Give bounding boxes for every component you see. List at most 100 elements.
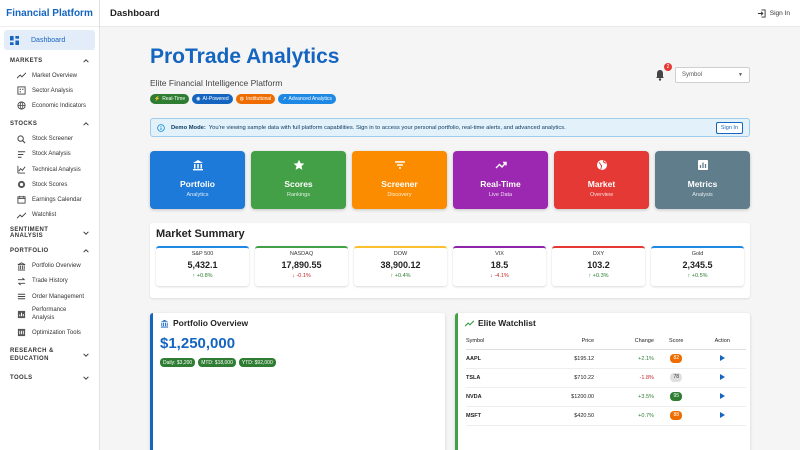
chevron-down-icon	[83, 376, 89, 380]
table-header-row: Symbol Price Change Score Action	[466, 333, 746, 350]
index-change: +0.3%	[592, 273, 609, 279]
sidebar-item-stock-analysis[interactable]: Stock Analysis	[0, 147, 99, 162]
sidebar-item-label: Market Overview	[32, 72, 78, 79]
sidebar-item-optimization-tools[interactable]: Optimization Tools	[0, 325, 99, 340]
trending-up-icon	[17, 212, 26, 219]
sidebar-item-portfolio-overview[interactable]: Portfolio Overview	[0, 259, 99, 274]
sidebar-item-label: Order Management	[32, 293, 85, 300]
badge-label: AI-Powered	[202, 96, 229, 102]
tile-scores[interactable]: Scores Rankings	[251, 151, 346, 209]
sidebar-item-performance-analysis[interactable]: Performance Analysis	[0, 304, 99, 325]
column-header-symbol[interactable]: Symbol	[466, 333, 523, 350]
table-row[interactable]: MSFT $420.50 +0.7% 88	[466, 406, 746, 426]
index-change: +0.8%	[196, 273, 213, 279]
play-icon[interactable]	[719, 354, 725, 361]
play-icon[interactable]	[719, 373, 725, 380]
tile-metrics[interactable]: Metrics Analysis	[655, 151, 750, 209]
sidebar-item-sector-analysis[interactable]: Sector Analysis	[0, 83, 99, 98]
sidebar-item-trade-history[interactable]: Trade History	[0, 274, 99, 289]
table-row[interactable]: NVDA $1200.00 +3.5% 95	[466, 387, 746, 407]
tile-screener[interactable]: Screener Discovery	[352, 151, 447, 209]
badge-institutional: ◍ Institutional	[235, 94, 276, 104]
index-card-sp500[interactable]: S&P 500 5,432.1 ↑ +0.8%	[156, 246, 249, 286]
index-card-dxy[interactable]: DXY 103.2 ↑ +0.3%	[552, 246, 645, 286]
sign-in-label: Sign In	[769, 9, 790, 17]
hero-subtitle: Elite Financial Intelligence Platform	[150, 78, 283, 88]
sidebar-section-research-education[interactable]: RESEARCH & EDUCATION	[0, 343, 99, 367]
sidebar-item-dashboard[interactable]: Dashboard	[4, 30, 95, 50]
sidebar-item-stock-screener[interactable]: Stock Screener	[0, 132, 99, 147]
tile-subtitle: Rankings	[287, 192, 310, 198]
tile-portfolio[interactable]: Portfolio Analytics	[150, 151, 245, 209]
market-summary: Market Summary S&P 500 5,432.1 ↑ +0.8% N…	[150, 223, 750, 298]
arrow-up-icon: ↑	[192, 273, 196, 279]
index-value: 2,345.5	[682, 260, 713, 270]
index-card-dow[interactable]: DOW 38,900.12 ↑ +0.4%	[354, 246, 447, 286]
sidebar-item-label: Earnings Calendar	[32, 196, 82, 203]
sidebar-item-technical-analysis[interactable]: Technical Analysis	[0, 162, 99, 177]
table-row[interactable]: TSLA $710.22 -1.8% 78	[466, 368, 746, 388]
tile-title: Market	[587, 179, 616, 189]
sidebar-item-label: Watchlist	[32, 212, 57, 219]
index-card-gold[interactable]: Gold 2,345.5 ↑ +0.5%	[651, 246, 744, 286]
column-header-price[interactable]: Price	[522, 333, 595, 350]
row-price: $710.22	[522, 368, 595, 388]
index-card-vix[interactable]: VIX 18.5 ↓ -4.1%	[453, 246, 546, 286]
index-value: 38,900.12	[380, 260, 421, 270]
sidebar-item-earnings-calendar[interactable]: Earnings Calendar	[0, 192, 99, 207]
badge-label: Real-Time	[162, 96, 186, 102]
sidebar-item-watchlist[interactable]: Watchlist	[0, 208, 99, 223]
sign-in-button[interactable]: Sign In	[757, 8, 790, 18]
sidebar-section-stocks[interactable]: STOCKS	[0, 117, 99, 132]
arrow-up-icon: ↑	[588, 273, 592, 279]
tile-real-time[interactable]: Real-Time Live Data	[453, 151, 548, 209]
section-label: RESEARCH & EDUCATION	[10, 348, 54, 363]
sidebar-item-market-overview[interactable]: Market Overview	[0, 68, 99, 83]
calendar-icon	[17, 196, 26, 204]
arrow-up-icon: ↑	[687, 273, 691, 279]
bank-icon	[160, 319, 169, 328]
arrow-down-icon: ↓	[490, 273, 493, 279]
symbol-select[interactable]: Symbol ▼	[675, 67, 750, 83]
tile-subtitle: Discovery	[387, 192, 412, 198]
sidebar-section-markets[interactable]: MARKETS	[0, 53, 99, 68]
bolt-icon: ⚡	[154, 96, 161, 102]
index-change: -0.1%	[296, 273, 311, 279]
sidebar-section-portfolio[interactable]: PORTFOLIO	[0, 244, 99, 259]
play-icon[interactable]	[719, 392, 725, 399]
bank-icon	[17, 262, 26, 271]
sidebar-item-label: Portfolio Overview	[32, 263, 81, 270]
index-value: 5,432.1	[187, 260, 218, 270]
section-label: STOCKS	[10, 121, 38, 128]
bell-icon[interactable]	[655, 69, 665, 81]
play-icon[interactable]	[719, 411, 725, 418]
symbol-placeholder: Symbol	[682, 72, 703, 78]
row-change: -1.8%	[594, 368, 654, 388]
ytd-pnl-chip: YTD: $92,000	[238, 358, 276, 367]
index-change: +0.4%	[394, 273, 411, 279]
alert-sign-in-button[interactable]: Sign In	[715, 121, 743, 134]
badge-ai-powered: ◉ AI-Powered	[192, 94, 233, 104]
index-value: 103.2	[587, 260, 610, 270]
top-bar: Dashboard Sign In	[100, 0, 800, 27]
score-badge: 95	[670, 392, 683, 401]
tile-title: Screener	[381, 179, 418, 189]
sidebar-item-stock-scores[interactable]: Stock Scores	[0, 177, 99, 192]
score-badge: 78	[670, 373, 683, 382]
tile-subtitle: Analysis	[692, 192, 713, 198]
chevron-down-icon	[83, 353, 89, 358]
column-header-score[interactable]: Score	[653, 333, 699, 350]
sidebar-item-label: Stock Analysis	[32, 151, 71, 158]
column-header-change[interactable]: Change	[594, 333, 654, 350]
tile-market[interactable]: Market Overview	[554, 151, 649, 209]
sidebar-item-label: Economic Indicators	[32, 102, 87, 109]
sidebar-item-economic-indicators[interactable]: Economic Indicators	[0, 98, 99, 113]
index-card-nasdaq[interactable]: NASDAQ 17,890.55 ↓ -0.1%	[255, 246, 348, 286]
globe-icon	[17, 101, 26, 111]
sidebar-item-order-management[interactable]: Order Management	[0, 289, 99, 304]
table-row[interactable]: AAPL $195.12 +2.1% 82	[466, 349, 746, 369]
sidebar-section-tools[interactable]: TOOLS	[0, 370, 99, 385]
sidebar-section-sentiment-analysis[interactable]: SENTIMENT ANALYSIS	[0, 226, 99, 241]
tile-subtitle: Analytics	[186, 192, 209, 198]
assessment-icon	[17, 311, 26, 319]
